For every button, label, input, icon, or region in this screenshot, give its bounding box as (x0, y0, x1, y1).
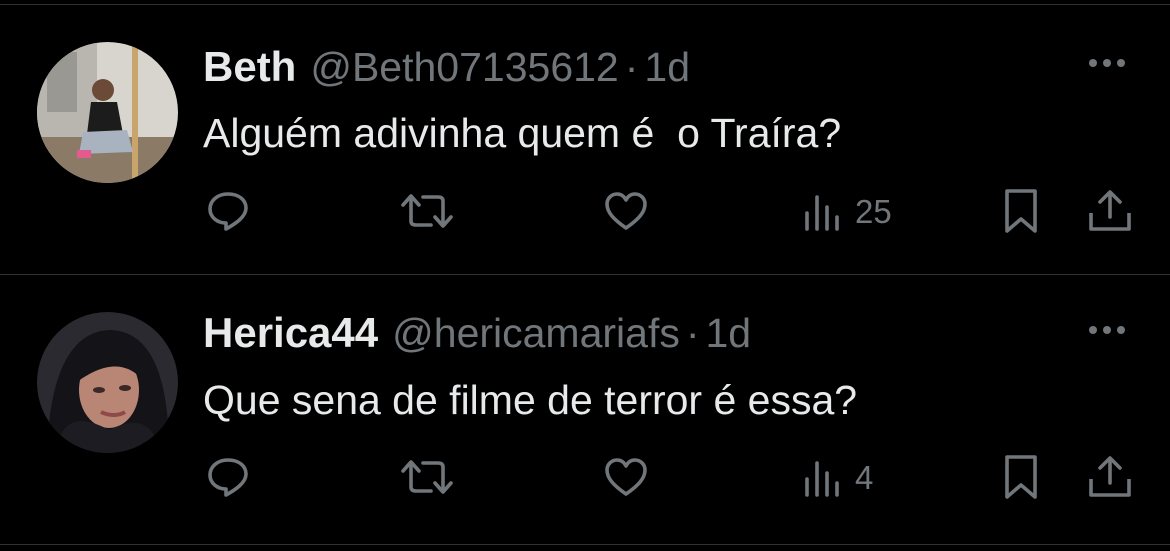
user-handle[interactable]: @hericamariafs (392, 310, 680, 357)
tweet-text: Alguém adivinha quem é o Traíra? (203, 110, 842, 156)
reply-button[interactable] (205, 455, 251, 499)
tweet-text: Que sena de filme de terror é essa? (203, 377, 858, 423)
reply-icon (208, 192, 248, 231)
bookmark-button[interactable] (1001, 187, 1041, 235)
bookmark-icon (1005, 455, 1037, 499)
reply-icon (208, 458, 248, 497)
views-icon (805, 461, 839, 497)
share-button[interactable] (1086, 453, 1134, 501)
bookmark-icon (1005, 189, 1037, 233)
separator-dot: · (685, 310, 700, 356)
display-name[interactable]: Herica44 (203, 309, 378, 357)
bookmark-button[interactable] (1001, 453, 1041, 501)
share-icon (1089, 456, 1131, 497)
display-name[interactable]: Beth (203, 43, 296, 91)
tweet-header: Herica44 @hericamariafs · 1d (203, 309, 751, 359)
retweet-icon (401, 194, 453, 228)
views-button[interactable]: 25 (803, 193, 892, 231)
tweet-header: Beth @Beth07135612 · 1d (203, 43, 690, 93)
user-handle[interactable]: @Beth07135612 (310, 44, 618, 91)
user-avatar-photo (37, 312, 178, 453)
tweet-card[interactable]: Beth @Beth07135612 · 1d Alguém adivinha … (0, 5, 1170, 275)
like-button[interactable] (603, 456, 649, 498)
timestamp[interactable]: 1d (706, 310, 752, 357)
like-icon (605, 192, 647, 230)
reply-button[interactable] (205, 189, 251, 233)
tweet-feed: Beth @Beth07135612 · 1d Alguém adivinha … (0, 0, 1170, 551)
more-options-icon[interactable] (1082, 320, 1132, 340)
share-icon (1089, 190, 1131, 231)
timestamp[interactable]: 1d (644, 44, 690, 91)
user-avatar-photo (37, 42, 178, 183)
views-icon (805, 195, 839, 231)
divider (0, 544, 1170, 545)
views-button[interactable]: 4 (803, 459, 873, 497)
tweet-card[interactable]: Herica44 @hericamariafs · 1d Que sena de… (0, 275, 1170, 545)
share-button[interactable] (1086, 187, 1134, 235)
avatar[interactable] (37, 312, 178, 453)
views-count: 25 (855, 193, 892, 230)
retweet-button[interactable] (399, 457, 455, 497)
like-button[interactable] (603, 190, 649, 232)
avatar[interactable] (37, 42, 178, 183)
more-options-icon[interactable] (1082, 53, 1132, 73)
like-icon (605, 458, 647, 496)
retweet-button[interactable] (399, 191, 455, 231)
retweet-icon (401, 460, 453, 494)
separator-dot: · (624, 44, 639, 90)
views-count: 4 (855, 459, 874, 496)
